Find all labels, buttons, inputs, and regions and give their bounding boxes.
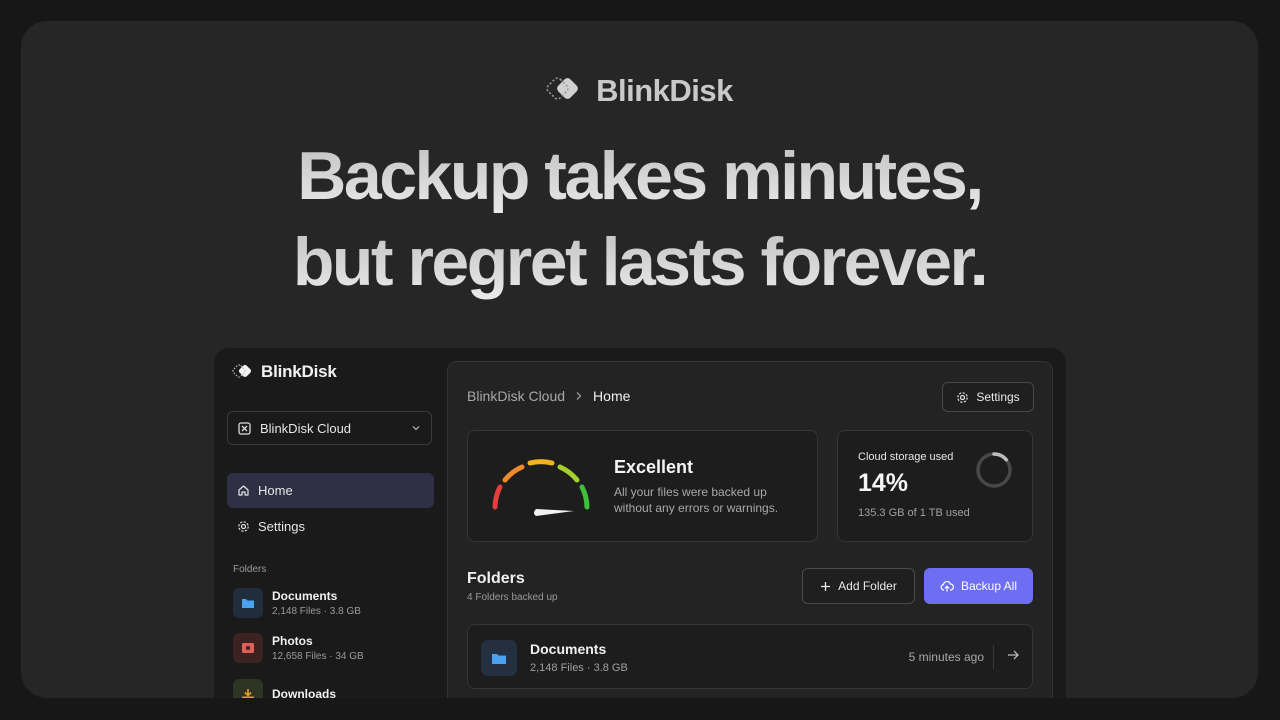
settings-button[interactable]: Settings xyxy=(942,382,1034,412)
hero-headline: Backup takes minutes, but regret lasts f… xyxy=(21,133,1258,305)
sidebar-item-home[interactable]: Home xyxy=(227,473,434,508)
blinkdisk-logo-icon xyxy=(232,364,252,378)
folder-icon xyxy=(481,640,517,676)
headline-line-1: Backup takes minutes, xyxy=(21,133,1258,219)
folder-row-name: Documents xyxy=(530,641,607,657)
gear-icon xyxy=(238,521,249,532)
folders-heading: Folders xyxy=(467,570,525,587)
status-description: All your files were backed up without an… xyxy=(614,485,779,515)
drive-selector-label: BlinkDisk Cloud xyxy=(260,420,352,436)
storage-card: Cloud storage used 14% 135.3 GB of 1 TB … xyxy=(837,430,1033,542)
breadcrumb: BlinkDisk Cloud Home xyxy=(467,388,630,404)
photo-icon xyxy=(233,633,263,663)
folder-row-meta: 2,148 Files · 3.8 GB xyxy=(530,662,628,674)
sidebar-folders-heading: Folders xyxy=(233,564,267,575)
folder-name: Downloads xyxy=(272,687,337,698)
sidebar: BlinkDisk BlinkDisk Cloud Home Settings … xyxy=(214,348,446,698)
folder-meta: 12,658 Files · 34 GB xyxy=(272,651,364,662)
folder-row-documents[interactable]: Documents 2,148 Files · 3.8 GB 5 minutes… xyxy=(467,624,1033,689)
backup-status-card: Excellent All your files were backed up … xyxy=(467,430,818,542)
status-title: Excellent xyxy=(614,457,694,477)
folder-name: Photos xyxy=(272,634,313,648)
sidebar-brand-name: BlinkDisk xyxy=(261,362,337,381)
backup-all-label: Backup All xyxy=(960,579,1018,593)
folder-icon xyxy=(233,588,263,618)
storage-progress-ring xyxy=(976,452,1012,488)
add-folder-button[interactable]: Add Folder xyxy=(802,568,915,604)
folder-name: Documents xyxy=(272,589,338,603)
headline-line-2: but regret lasts forever. xyxy=(21,219,1258,305)
sidebar-folder-photos[interactable]: Photos 12,658 Files · 34 GB xyxy=(233,633,364,663)
folder-meta: 2,148 Files · 3.8 GB xyxy=(272,606,361,617)
sidebar-item-label: Settings xyxy=(258,519,305,534)
drive-selector[interactable]: BlinkDisk Cloud xyxy=(227,411,432,445)
folder-row-last-backup: 5 minutes ago xyxy=(908,650,984,664)
plus-icon xyxy=(821,581,831,591)
breadcrumb-drive[interactable]: BlinkDisk Cloud xyxy=(467,388,565,404)
promo-frame: BlinkDisk Backup takes minutes, but regr… xyxy=(21,21,1258,698)
sidebar-item-settings[interactable]: Settings xyxy=(227,509,434,544)
blinkdisk-logo-icon xyxy=(546,77,578,100)
sidebar-brand: BlinkDisk xyxy=(232,362,337,382)
cloud-drive-icon xyxy=(238,421,251,435)
app-window: BlinkDisk BlinkDisk Cloud Home Settings … xyxy=(214,348,1066,698)
main-panel: BlinkDisk Cloud Home Settings Excellent … xyxy=(447,361,1053,698)
gear-icon xyxy=(957,391,969,403)
storage-detail: 135.3 GB of 1 TB used xyxy=(858,507,970,519)
settings-button-label: Settings xyxy=(976,390,1020,404)
hero-brand: BlinkDisk xyxy=(21,73,1258,109)
chevron-down-icon xyxy=(412,426,420,431)
folder-row-divider xyxy=(993,645,994,669)
chevron-right-icon xyxy=(576,392,582,400)
add-folder-label: Add Folder xyxy=(838,579,897,593)
breadcrumb-current: Home xyxy=(593,388,631,404)
sidebar-folder-documents[interactable]: Documents 2,148 Files · 3.8 GB xyxy=(233,588,361,618)
home-icon xyxy=(238,485,249,496)
health-gauge-icon xyxy=(492,459,590,516)
cloud-upload-icon xyxy=(940,580,954,592)
folders-subtitle: 4 Folders backed up xyxy=(467,592,558,603)
arrow-right-icon[interactable] xyxy=(1006,648,1020,662)
storage-percent: 14% xyxy=(858,469,909,497)
storage-label: Cloud storage used xyxy=(858,451,954,463)
sidebar-item-label: Home xyxy=(258,483,293,498)
sidebar-folder-downloads[interactable]: Downloads xyxy=(233,679,336,698)
backup-all-button[interactable]: Backup All xyxy=(924,568,1033,604)
download-icon xyxy=(233,679,263,698)
hero-brand-name: BlinkDisk xyxy=(596,73,733,108)
